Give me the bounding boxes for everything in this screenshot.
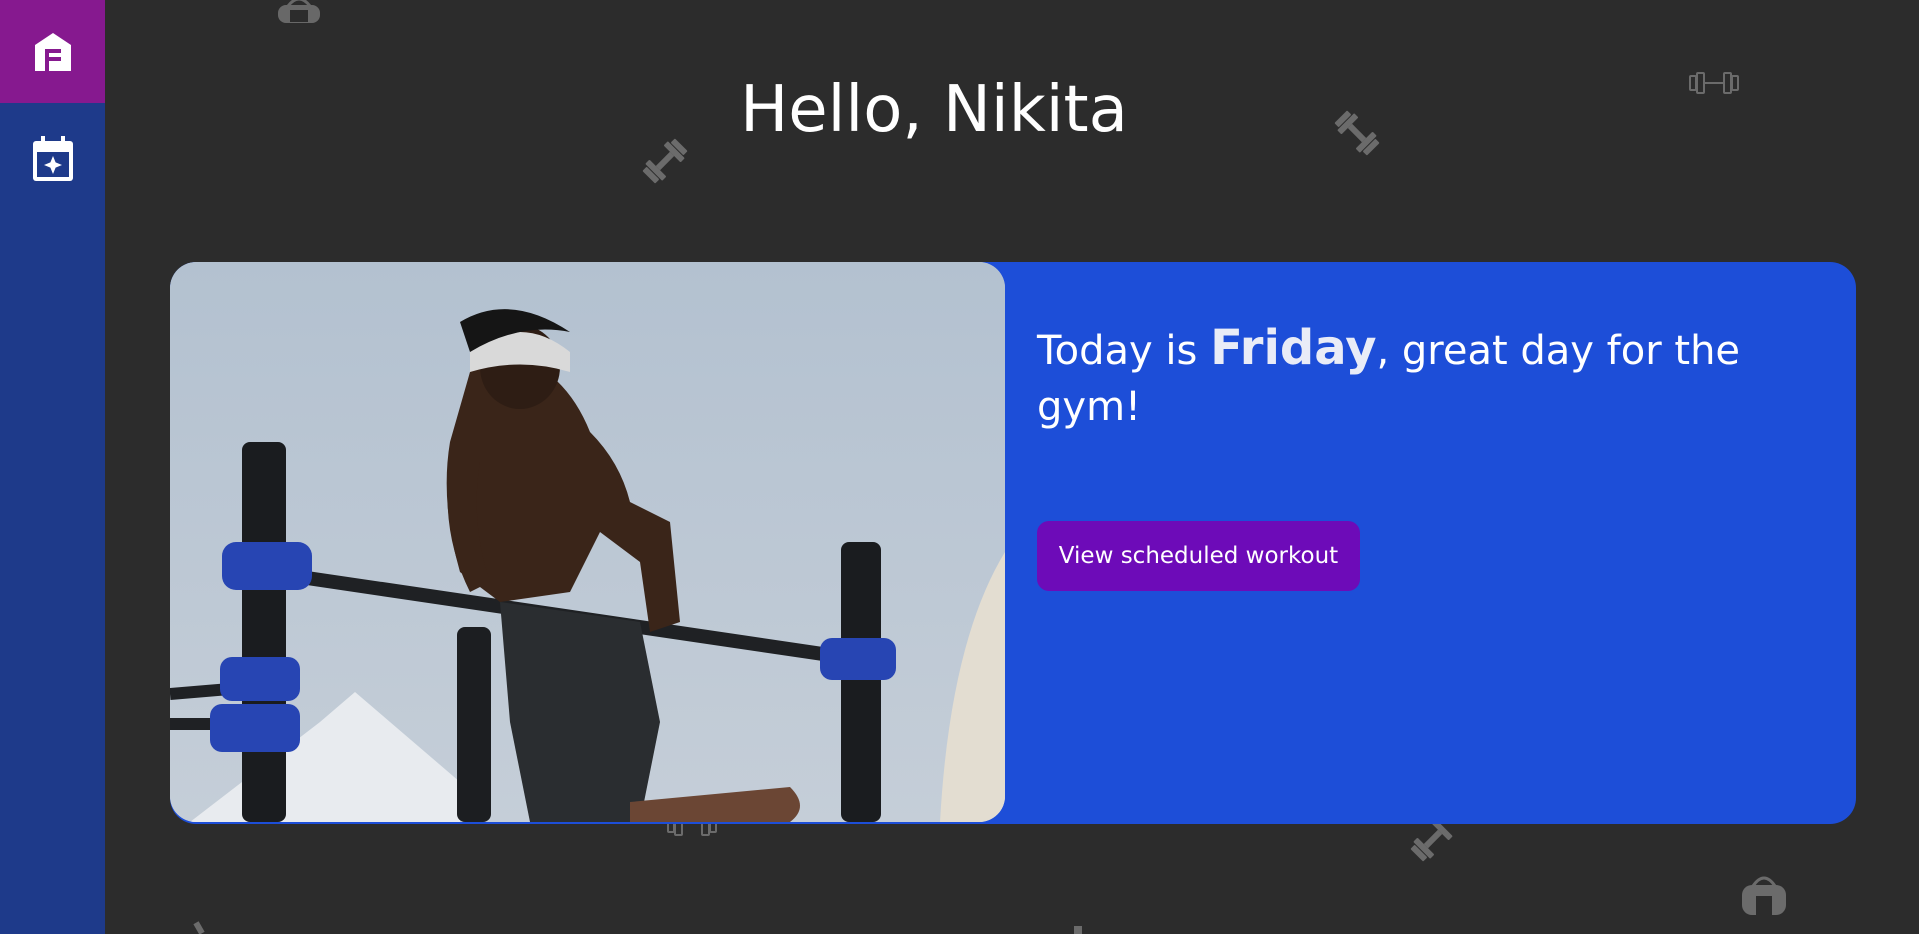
athlete-photo-illustration [170, 262, 1005, 822]
gym-bag-icon [278, 0, 320, 23]
dumbbell-icon [1074, 926, 1082, 934]
hero-day: Friday [1210, 320, 1377, 376]
page-title: Hello, Nikita [740, 73, 1128, 147]
hero-photo [170, 262, 1005, 822]
hero-message: Today is Friday, great day for the gym! [1037, 320, 1777, 435]
nav-item-schedule[interactable] [0, 113, 105, 205]
calendar-star-icon [32, 136, 73, 181]
dumbbell-icon [193, 921, 205, 934]
gym-bag-icon [1742, 876, 1786, 915]
sidebar [0, 0, 105, 934]
view-scheduled-workout-button[interactable]: View scheduled workout [1037, 521, 1360, 591]
hero-text-prefix: Today is [1037, 328, 1211, 374]
nav-item-home[interactable] [0, 0, 105, 103]
hero-card: Today is Friday, great day for the gym! … [170, 262, 1856, 824]
home-icon [34, 32, 71, 71]
app-root: Hello, Nikita Today is Friday, great day… [0, 0, 1919, 934]
